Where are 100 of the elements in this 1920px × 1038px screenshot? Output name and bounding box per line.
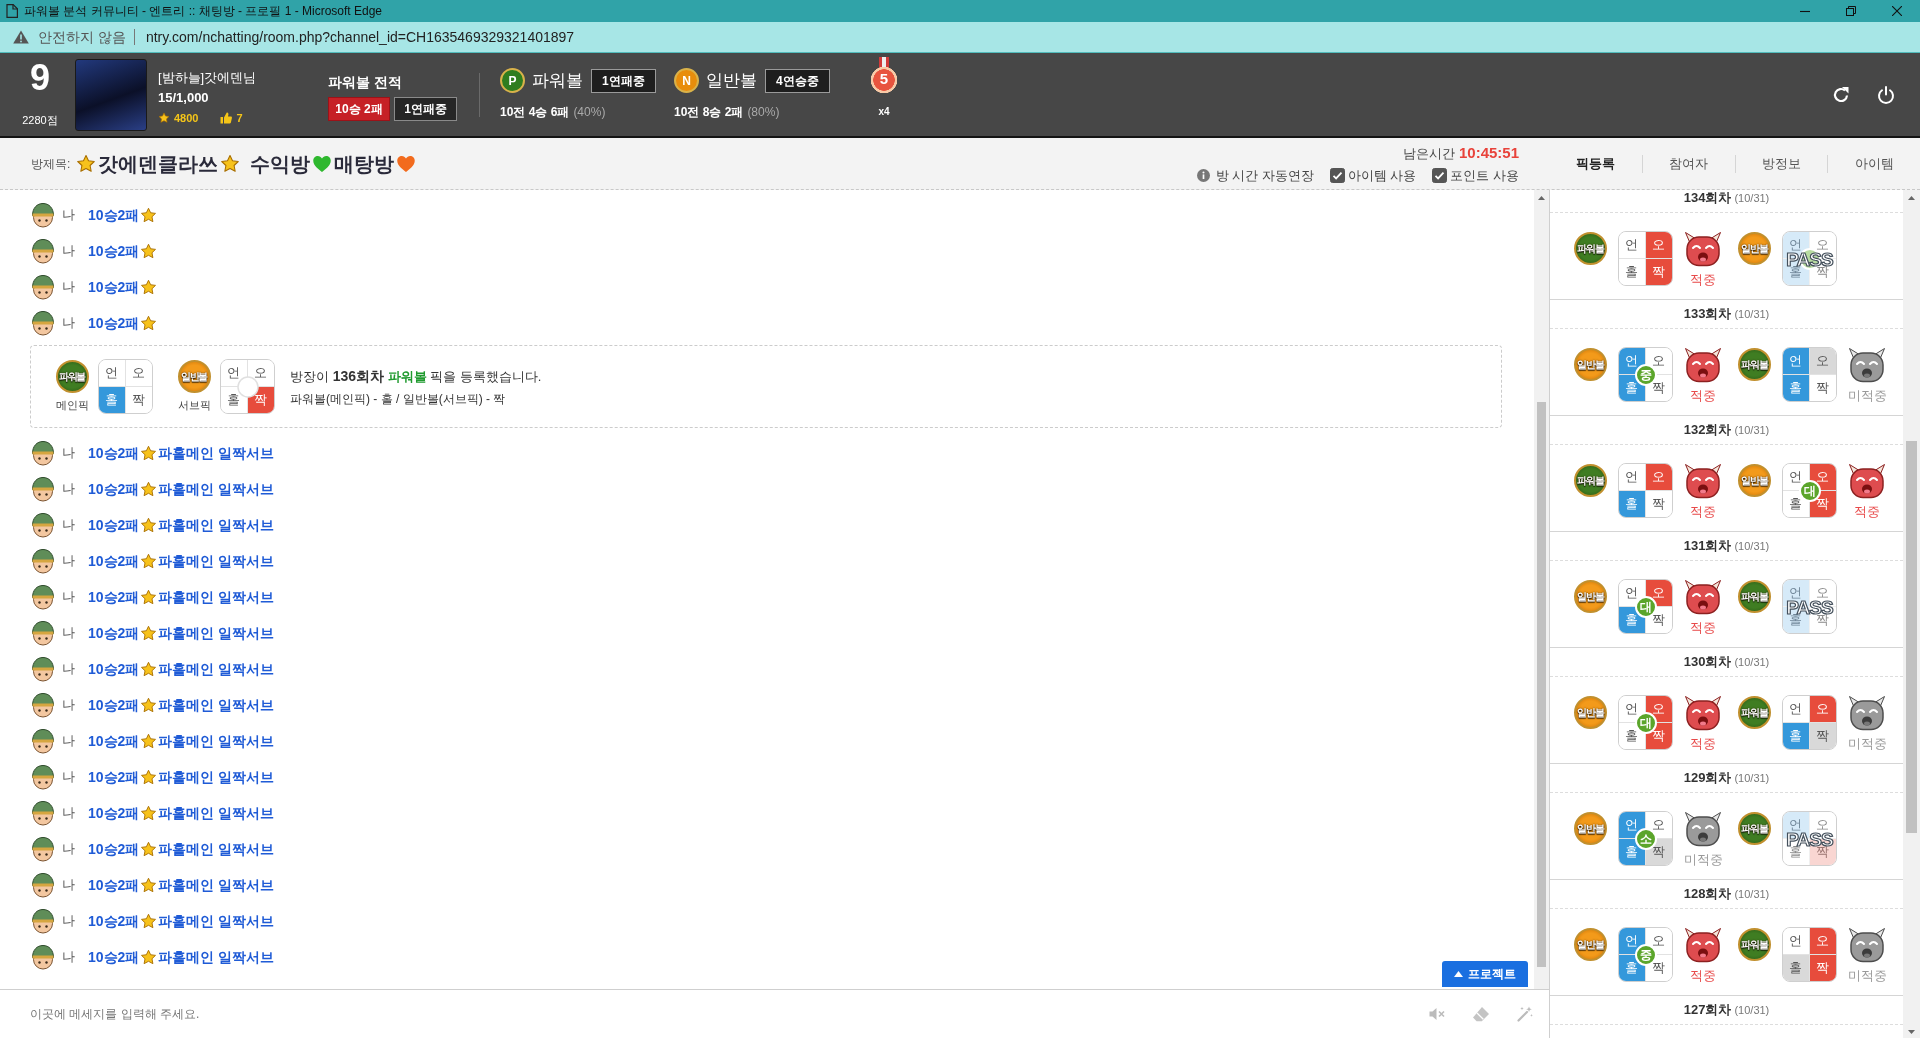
checkbox[interactable] [1432,168,1448,184]
message-text: 10승2패 [88,277,140,297]
message-text: 10승2패 [88,695,140,715]
message-text: 10승2패 [88,731,140,751]
game-logo: N [674,68,699,93]
helmet-avatar-icon [30,908,56,934]
message-text: 파홀메인 일짝서브 [158,479,275,499]
sender-name: 나 [62,840,75,859]
grid-cell: 언 [1619,232,1646,259]
message-text: 10승2패 [88,623,140,643]
message-text: 10승2패 [88,587,140,607]
game-emblem: 파워볼 [1738,928,1771,961]
message-text: 10승2패 [88,205,140,225]
round-date: (10/31) [1734,306,1770,322]
pass-label: PASS [1786,597,1833,616]
grid-cell: 홀 [1783,954,1810,981]
restore-icon[interactable] [1846,6,1856,16]
sender-name: 나 [62,516,75,535]
helmet-avatar-icon [30,238,56,264]
helmet-avatar-icon [30,728,56,754]
message-text: 파홀메인 일짝서브 [158,551,275,571]
panel-tab[interactable]: 방정보 [1735,149,1828,178]
helmet-avatar-icon [30,584,56,610]
project-button[interactable]: 프로젝트 [1442,961,1528,987]
grid-cell: 언 [1783,928,1810,955]
grid-cell: 언 [99,360,126,387]
result-label: 적중 [1690,503,1716,521]
message-text: 10승2패 [88,313,140,333]
sender-name: 나 [62,206,75,225]
helmet-avatar-icon [30,872,56,898]
message-text: 파홀메인 일짝서브 [158,803,275,823]
caret-up-icon [1454,971,1463,977]
grid-cell: 오 [125,360,152,387]
medal-count: x4 [878,104,890,119]
grid-cell: 오 [1809,696,1836,723]
panel-tab[interactable]: 참여자 [1642,149,1735,178]
sender-name: 나 [62,588,75,607]
grid-cell: 오 [1645,464,1672,491]
scrollbar-thumb[interactable] [1537,402,1546,967]
pick-type-label: 서브픽 [177,397,211,413]
scroll-up-icon[interactable] [1908,196,1915,200]
message-text: 10승2패 [88,443,140,463]
grid-cell: 오 [1809,348,1836,375]
message-text: 10승2패 [88,875,140,895]
game-emblem: 일반볼 [177,359,211,393]
helmet-avatar-icon [30,764,56,790]
helmet-avatar-icon [30,548,56,574]
checkbox[interactable] [1329,168,1345,184]
round-title: 127회차 [1683,1001,1732,1020]
helmet-avatar-icon [30,440,56,466]
panel-tab[interactable]: 픽등록 [1550,149,1642,178]
scroll-up-icon[interactable] [1538,196,1545,200]
grid-cell: 오 [1809,928,1836,955]
info-icon [1196,169,1210,183]
round-date: (10/31) [1734,886,1770,902]
helmet-avatar-icon [30,310,56,336]
scrollbar-thumb[interactable] [1906,441,1917,833]
message-text: 파홀메인 일짝서브 [158,587,275,607]
round-date: (10/31) [1734,538,1770,554]
message-text: 파홀메인 일짝서브 [158,515,275,535]
result-label: 적중 [1690,387,1716,405]
game-emblem: 파워볼 [1738,580,1771,613]
round-title: 130회차 [1683,653,1732,672]
message-text: 10승2패 [88,767,140,787]
sender-name: 나 [62,480,75,499]
star-icon [76,153,97,174]
helmet-avatar-icon [30,944,56,970]
rank-points: 2280점 [22,113,58,129]
address-url[interactable]: ntry.com/nchatting/room.php?channel_id=CH1635469329321401897 [145,26,575,48]
game-emblem: 일반볼 [1738,464,1771,497]
refresh-icon[interactable] [1832,85,1850,104]
room-title-text: 매탕방 [334,151,395,177]
message-text: 10승2패 [88,551,140,571]
helmet-avatar-icon [30,274,56,300]
message-text: 파홀메인 일짝서브 [158,731,275,751]
auto-extend-label: 방 시간 자동연장 [1215,167,1314,185]
result-label: 적중 [1690,967,1716,985]
round-title: 128회차 [1683,885,1732,904]
sender-name: 나 [62,732,75,751]
notice-text: 방장이 136회차 파워볼 픽을 등록했습니다. [290,366,542,386]
message-text: 파홀메인 일짝서브 [158,443,275,463]
sender-name: 나 [62,552,75,571]
helmet-avatar-icon [30,202,56,228]
message-input[interactable]: 이곳에 메세지를 입력해 주세요. [30,1005,1402,1023]
grid-cell: 오 [1645,232,1672,259]
result-label: 미적중 [1683,851,1723,869]
message-text: 파홀메인 일짝서브 [158,695,275,715]
close-icon[interactable] [1892,6,1902,16]
scroll-down-icon[interactable] [1908,1030,1915,1034]
power-icon[interactable] [1877,85,1895,104]
panel-tab[interactable]: 아이템 [1828,149,1920,178]
grid-cell: 홀 [99,386,126,413]
round-date: (10/31) [1734,1002,1770,1018]
sender-name: 나 [62,242,75,261]
streak-label: 4연승중 [765,68,830,93]
game-name: 파워볼 [532,69,583,92]
win-rate: (80%) [747,104,780,122]
option-label: 아이템 사용 [1347,167,1417,185]
user-name: [밤하늘]갓에덴님 [158,70,258,86]
game-emblem: 일반볼 [1574,696,1607,729]
